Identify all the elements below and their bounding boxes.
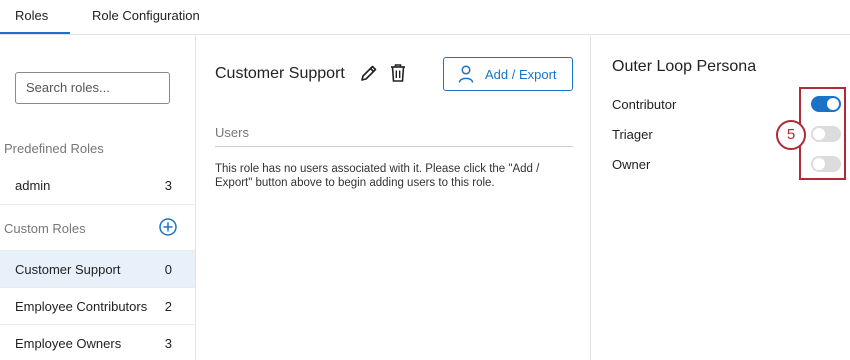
role-title: Customer Support bbox=[215, 65, 345, 82]
tab-bar: Roles Role Configuration bbox=[0, 0, 850, 35]
person-icon bbox=[458, 65, 474, 83]
empty-users-message: This role has no users associated with i… bbox=[215, 163, 540, 189]
persona-title: Outer Loop Persona bbox=[612, 58, 757, 75]
persona-label-contributor: Contributor bbox=[612, 97, 677, 112]
active-tab-indicator bbox=[0, 32, 70, 34]
step-number-badge: 5 bbox=[776, 120, 806, 150]
tab-roles[interactable]: Roles bbox=[15, 8, 48, 23]
roles-sidebar: Search roles... Predefined Roles admin 3… bbox=[0, 35, 196, 360]
plus-circle-icon[interactable] bbox=[159, 218, 177, 236]
role-row-admin[interactable]: admin 3 bbox=[0, 167, 195, 204]
role-name: admin bbox=[15, 178, 51, 193]
role-row-employee-contributors[interactable]: Employee Contributors 2 bbox=[0, 287, 195, 324]
app-root: Roles Role Configuration Search roles...… bbox=[0, 0, 850, 360]
tab-role-configuration[interactable]: Role Configuration bbox=[92, 8, 200, 23]
role-user-count: 3 bbox=[164, 336, 172, 351]
role-name: Employee Contributors bbox=[15, 299, 148, 314]
add-export-label: Add / Export bbox=[485, 67, 557, 82]
role-row-customer-support[interactable]: Customer Support 0 bbox=[0, 250, 195, 287]
role-detail-panel: Customer Support Add / Export Users This… bbox=[196, 35, 591, 360]
trash-icon[interactable] bbox=[389, 63, 407, 83]
add-export-button[interactable]: Add / Export bbox=[443, 57, 573, 91]
persona-label-triager: Triager bbox=[612, 127, 653, 142]
role-row-employee-owners[interactable]: Employee Owners 3 bbox=[0, 324, 195, 360]
users-divider bbox=[215, 146, 573, 147]
role-user-count: 2 bbox=[164, 299, 172, 314]
role-user-count: 3 bbox=[164, 178, 172, 193]
role-user-count: 0 bbox=[164, 262, 172, 277]
users-heading: Users bbox=[215, 125, 249, 140]
role-name: Customer Support bbox=[15, 262, 121, 277]
pencil-icon[interactable] bbox=[359, 63, 379, 83]
annotation-highlight-box bbox=[799, 87, 846, 180]
persona-label-owner: Owner bbox=[612, 157, 651, 172]
predefined-roles-heading: Predefined Roles bbox=[4, 141, 104, 156]
custom-roles-heading: Custom Roles bbox=[4, 221, 86, 236]
search-roles-input[interactable]: Search roles... bbox=[15, 72, 170, 104]
role-name: Employee Owners bbox=[15, 336, 122, 351]
